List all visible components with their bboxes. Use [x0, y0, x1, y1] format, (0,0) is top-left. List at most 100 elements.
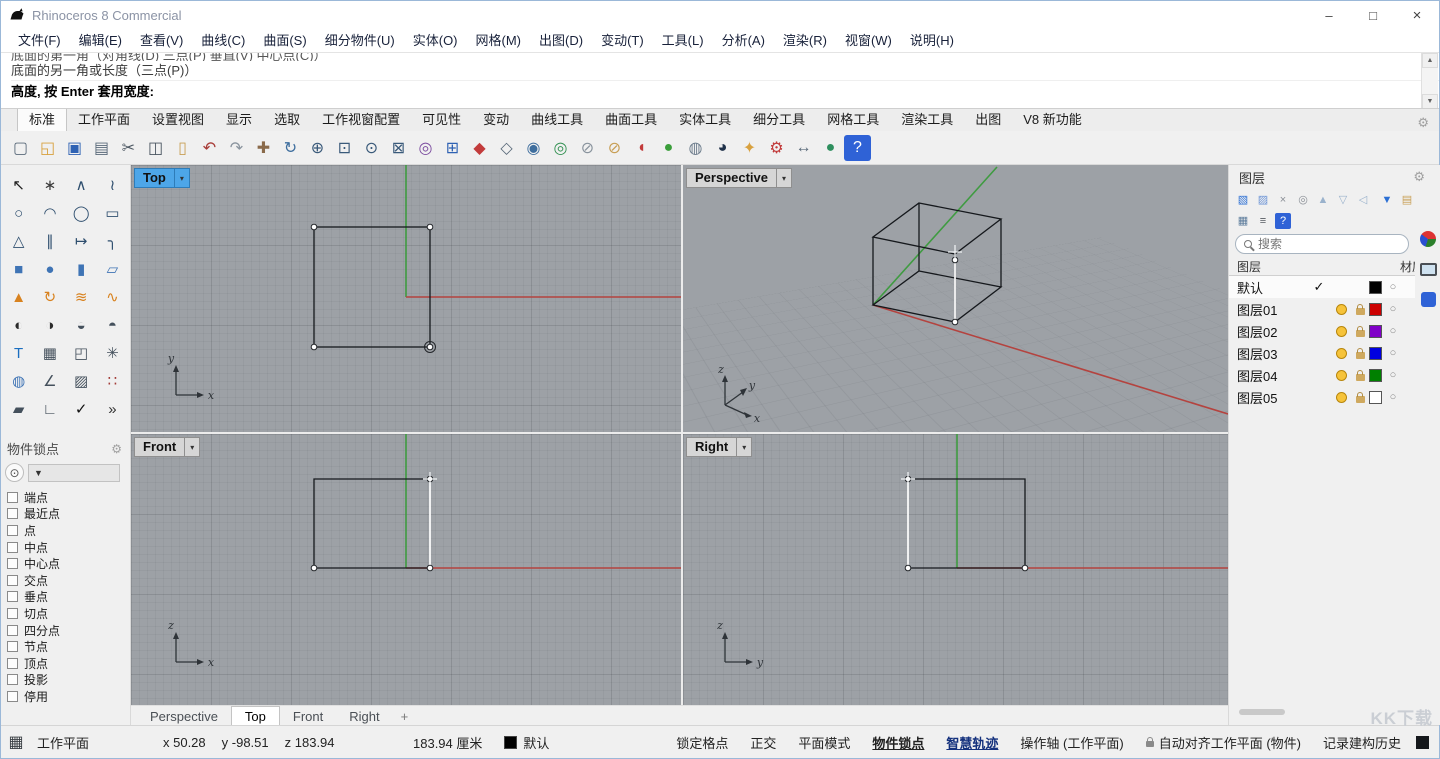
layer-material-icon[interactable]: ○	[1382, 281, 1404, 293]
layer-visibility-bulb-icon[interactable]	[1331, 304, 1351, 315]
menu-item[interactable]: 网格(M)	[467, 29, 531, 53]
toolbar-tab[interactable]: 工作视窗配置	[311, 106, 411, 131]
more-tools-icon[interactable]: »	[97, 395, 128, 423]
layer-color-swatch[interactable]	[1369, 325, 1382, 338]
viewport-title-top[interactable]: Top ▾	[134, 168, 190, 188]
render-panel-icon[interactable]	[1420, 231, 1436, 247]
layer-lock-icon[interactable]	[1351, 348, 1369, 359]
help-icon[interactable]: ?	[1275, 213, 1291, 229]
copy-icon[interactable]: ◫	[142, 135, 169, 161]
layer-row[interactable]: 图层04 ✓ ○	[1229, 364, 1415, 386]
viewport-title-front[interactable]: Front ▾	[134, 437, 200, 457]
group-icon[interactable]: ◰	[66, 339, 97, 367]
minimize-button[interactable]: –	[1307, 1, 1351, 29]
cplane-selector[interactable]: 工作平面	[31, 733, 117, 752]
layer-color-swatch[interactable]	[1369, 369, 1382, 382]
toolbar-tab[interactable]: V8 新功能	[1012, 106, 1093, 131]
osnap-toggle[interactable]: 物件锁点	[861, 733, 935, 752]
gear-icon[interactable]: ⚙	[1417, 115, 1429, 131]
checkbox[interactable]	[7, 658, 18, 669]
toolbar-tab[interactable]: 渲染工具	[890, 106, 964, 131]
layer-row[interactable]: 图层01 ✓ ○	[1229, 298, 1415, 320]
toolbar-tab[interactable]: 曲线工具	[520, 106, 594, 131]
new-file-icon[interactable]: ▢	[7, 135, 34, 161]
layer-row[interactable]: 图层05 ✓ ○	[1229, 386, 1415, 408]
checkbox[interactable]	[7, 542, 18, 553]
redo-icon[interactable]: ↷	[223, 135, 250, 161]
sphere-green-icon[interactable]: ●	[655, 135, 682, 161]
menu-item[interactable]: 曲线(C)	[192, 29, 254, 53]
layer-row[interactable]: 默认 ✓ ○	[1229, 276, 1415, 298]
layer-material-icon[interactable]: ○	[1382, 303, 1404, 315]
toolbar-tab[interactable]: 网格工具	[816, 106, 890, 131]
zoom-window-icon[interactable]: ⊡	[331, 135, 358, 161]
command-scrollbar[interactable]: ▲ ▼	[1421, 53, 1438, 109]
planar-toggle[interactable]: 平面模式	[787, 733, 861, 752]
menu-item[interactable]: 分析(A)	[713, 29, 774, 53]
toolbar-tab[interactable]: 工作平面	[67, 106, 141, 131]
ortho-toggle[interactable]: 正交	[739, 733, 787, 752]
menu-item[interactable]: 查看(V)	[131, 29, 192, 53]
layer-color-swatch[interactable]	[1369, 391, 1382, 404]
checkbox[interactable]	[7, 674, 18, 685]
checkbox[interactable]	[7, 508, 18, 519]
layer-visibility-bulb-icon[interactable]	[1331, 370, 1351, 381]
zoom-selected-icon[interactable]: ⊙	[358, 135, 385, 161]
move-up-icon[interactable]: ▲	[1315, 192, 1331, 208]
match-layer-icon[interactable]: ◎	[1295, 192, 1311, 208]
menu-item[interactable]: 细分物件(U)	[316, 29, 404, 53]
lock-icon[interactable]: ⊘	[574, 135, 601, 161]
boolean-union-icon[interactable]: ◐	[3, 311, 34, 339]
polyline-icon[interactable]: ∧	[66, 171, 97, 199]
osnap-option[interactable]: 切点	[7, 605, 130, 622]
smarttrack-toggle[interactable]: 智慧轨迹	[935, 733, 1009, 752]
toolbar-tab[interactable]: 曲面工具	[594, 106, 668, 131]
layer-lock-icon[interactable]	[1351, 304, 1369, 315]
osnap-option[interactable]: 点	[7, 522, 130, 539]
pan-icon[interactable]: ✚	[250, 135, 277, 161]
zoom-extents-icon[interactable]: ⊠	[385, 135, 412, 161]
toolbar-tab[interactable]: 细分工具	[742, 106, 816, 131]
toolbar-tab[interactable]: 变动	[472, 106, 520, 131]
cylinder-icon[interactable]: ▮	[66, 255, 97, 283]
filter-icon[interactable]: ▼	[1379, 192, 1395, 208]
box-front-profile[interactable]	[311, 476, 433, 571]
four-viewports-icon[interactable]: ⊞	[439, 135, 466, 161]
fillet-corner-icon[interactable]: ╮	[97, 227, 128, 255]
undo-icon[interactable]: ↶	[196, 135, 223, 161]
gear-icon[interactable]: ⚙	[111, 442, 122, 456]
osnap-option[interactable]: 中心点	[7, 555, 130, 572]
drill-icon[interactable]: ✦	[736, 135, 763, 161]
osnap-option[interactable]: 四分点	[7, 622, 130, 639]
new-sublayer-icon[interactable]: ▨	[1255, 192, 1271, 208]
rectangle-icon[interactable]: ▭	[97, 199, 128, 227]
record-history-icon[interactable]	[1416, 736, 1429, 749]
osnap-option[interactable]: 交点	[7, 572, 130, 589]
layer-material-icon[interactable]: ○	[1382, 391, 1404, 403]
extrude-icon[interactable]: ▲	[3, 283, 34, 311]
layer-color-swatch[interactable]	[1369, 281, 1382, 294]
menu-item[interactable]: 出图(D)	[530, 29, 592, 53]
gear-red-icon[interactable]: ⚙	[763, 135, 790, 161]
osnap-option[interactable]: 顶点	[7, 655, 130, 672]
viewport-tab[interactable]: Front	[280, 706, 336, 726]
revolve-icon[interactable]: ↻	[34, 283, 65, 311]
layer-lock-icon[interactable]	[1351, 370, 1369, 381]
osnap-option[interactable]: 停用	[7, 688, 130, 705]
earth-icon[interactable]: ●	[817, 135, 844, 161]
layer-search-box[interactable]	[1235, 234, 1409, 254]
toolbar-tab[interactable]: 出图	[964, 106, 1012, 131]
layer-color-swatch[interactable]	[1369, 303, 1382, 316]
scroll-track[interactable]	[1422, 68, 1438, 94]
hatch-icon[interactable]: ▨	[66, 367, 97, 395]
layer-lock-icon[interactable]	[1351, 392, 1369, 403]
box-top-profile[interactable]	[311, 224, 435, 352]
menu-item[interactable]: 工具(L)	[653, 29, 713, 53]
torus-icon[interactable]: ◍	[682, 135, 709, 161]
sphere-icon[interactable]: ●	[34, 255, 65, 283]
offset-icon[interactable]: ∥	[34, 227, 65, 255]
zoom-dynamic-icon[interactable]: ⊕	[304, 135, 331, 161]
rotate-view-icon[interactable]: ↻	[277, 135, 304, 161]
chevron-down-icon[interactable]: ▾	[777, 168, 792, 188]
new-viewport-tab-icon[interactable]: +	[393, 706, 417, 726]
